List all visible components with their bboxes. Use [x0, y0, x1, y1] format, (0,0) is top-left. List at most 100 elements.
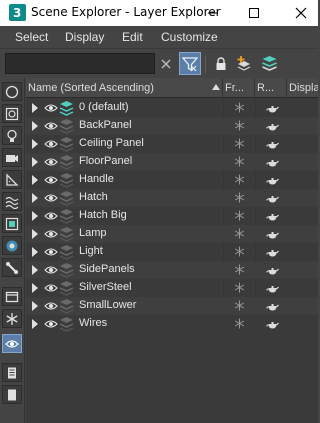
layers-stack-button[interactable]	[261, 53, 278, 74]
teapot-icon[interactable]	[266, 174, 279, 186]
teapot-icon[interactable]	[266, 264, 279, 276]
expand-arrow-icon[interactable]	[32, 139, 38, 149]
freeze-snowflake-icon[interactable]	[234, 138, 245, 149]
freeze-snowflake-icon[interactable]	[234, 156, 245, 167]
column-header-renderable[interactable]: R...	[255, 78, 287, 98]
teapot-icon[interactable]	[266, 282, 279, 294]
expand-arrow-icon[interactable]	[32, 157, 38, 167]
minimize-button[interactable]	[196, 0, 230, 26]
eye-icon[interactable]	[44, 102, 58, 114]
eye-icon[interactable]	[44, 210, 58, 222]
list-view-button[interactable]	[2, 363, 22, 382]
display-bones-button[interactable]	[2, 258, 22, 277]
display-cameras-button[interactable]	[2, 148, 22, 167]
freeze-snowflake-icon[interactable]	[234, 246, 245, 257]
eye-icon[interactable]	[44, 318, 58, 330]
layer-rows: 0 (default) BackPanel Ceiling Panel FloorPa…	[26, 99, 318, 333]
freeze-snowflake-icon[interactable]	[234, 228, 245, 239]
search-input[interactable]	[5, 53, 155, 74]
freeze-snowflake-icon[interactable]	[234, 174, 245, 185]
table-row[interactable]: Lamp	[26, 225, 318, 243]
freeze-snowflake-icon[interactable]	[234, 318, 245, 329]
expand-arrow-icon[interactable]	[32, 121, 38, 131]
table-row[interactable]: Light	[26, 243, 318, 261]
freeze-snowflake-icon[interactable]	[234, 210, 245, 221]
column-header-name[interactable]: Name (Sorted Ascending)	[26, 78, 223, 98]
eye-icon[interactable]	[44, 138, 58, 150]
menu-customize[interactable]: Customize	[161, 30, 218, 44]
lock-button[interactable]	[213, 54, 229, 74]
display-containers-button[interactable]	[2, 287, 22, 306]
expand-arrow-icon[interactable]	[32, 301, 38, 311]
table-row[interactable]: 0 (default)	[26, 99, 318, 117]
expand-arrow-icon[interactable]	[32, 211, 38, 221]
table-row[interactable]: Hatch	[26, 189, 318, 207]
eye-icon[interactable]	[44, 264, 58, 276]
close-button[interactable]	[284, 0, 318, 26]
table-row[interactable]: SilverSteel	[26, 279, 318, 297]
display-lights-button[interactable]	[2, 126, 22, 145]
display-none-button[interactable]	[2, 385, 22, 404]
expand-arrow-icon[interactable]	[32, 319, 38, 329]
freeze-snowflake-icon[interactable]	[234, 282, 245, 293]
clear-search-button[interactable]	[158, 55, 174, 73]
display-xrefs-button[interactable]	[2, 236, 22, 255]
expand-arrow-icon[interactable]	[32, 175, 38, 185]
display-groups-button[interactable]	[2, 214, 22, 233]
expand-arrow-icon[interactable]	[32, 103, 38, 113]
eye-icon[interactable]	[44, 300, 58, 312]
teapot-icon[interactable]	[266, 156, 279, 168]
add-layer-button[interactable]	[236, 53, 253, 74]
layer-stack-icon	[59, 191, 74, 206]
expand-arrow-icon[interactable]	[32, 193, 38, 203]
teapot-icon[interactable]	[266, 102, 279, 114]
eye-icon[interactable]	[44, 174, 58, 186]
menu-edit[interactable]: Edit	[122, 30, 143, 44]
toolbar-separator	[205, 55, 206, 73]
teapot-icon[interactable]	[266, 192, 279, 204]
display-spacewarps-button[interactable]	[2, 192, 22, 211]
expand-arrow-icon[interactable]	[32, 283, 38, 293]
table-row[interactable]: Handle	[26, 171, 318, 189]
table-row[interactable]: Wires	[26, 315, 318, 333]
eye-icon[interactable]	[44, 282, 58, 294]
column-header-frozen[interactable]: Fr...	[223, 78, 255, 98]
expand-arrow-icon[interactable]	[32, 247, 38, 257]
freeze-snowflake-icon[interactable]	[234, 300, 245, 311]
eye-icon[interactable]	[44, 246, 58, 258]
teapot-icon[interactable]	[266, 228, 279, 240]
menu-select[interactable]: Select	[15, 30, 48, 44]
display-hidden-button[interactable]	[2, 334, 22, 353]
column-header-display[interactable]: Displa	[287, 78, 318, 98]
eye-icon[interactable]	[44, 192, 58, 204]
teapot-icon[interactable]	[266, 318, 279, 330]
table-row[interactable]: FloorPanel	[26, 153, 318, 171]
freeze-snowflake-icon[interactable]	[234, 192, 245, 203]
teapot-icon[interactable]	[266, 210, 279, 222]
display-geometry-button[interactable]	[2, 82, 22, 101]
table-row[interactable]: Ceiling Panel	[26, 135, 318, 153]
eye-icon[interactable]	[44, 120, 58, 132]
display-frozen-button[interactable]	[2, 309, 22, 328]
display-shapes-button[interactable]	[2, 104, 22, 123]
display-helpers-button[interactable]	[2, 170, 22, 189]
table-row[interactable]: BackPanel	[26, 117, 318, 135]
eye-icon[interactable]	[44, 228, 58, 240]
maximize-button[interactable]	[237, 0, 271, 26]
expand-arrow-icon[interactable]	[32, 265, 38, 275]
teapot-icon[interactable]	[266, 300, 279, 312]
freeze-snowflake-icon[interactable]	[234, 102, 245, 113]
expand-arrow-icon[interactable]	[32, 229, 38, 239]
freeze-snowflake-icon[interactable]	[234, 264, 245, 275]
table-row[interactable]: SmallLower	[26, 297, 318, 315]
table-row[interactable]: Hatch Big	[26, 207, 318, 225]
teapot-icon[interactable]	[266, 246, 279, 258]
teapot-icon[interactable]	[266, 138, 279, 150]
menu-display[interactable]: Display	[65, 30, 104, 44]
teapot-icon[interactable]	[266, 120, 279, 132]
menu-bar: Select Display Edit Customize	[0, 26, 318, 48]
filter-button[interactable]	[179, 52, 201, 75]
freeze-snowflake-icon[interactable]	[234, 120, 245, 131]
table-row[interactable]: SidePanels	[26, 261, 318, 279]
eye-icon[interactable]	[44, 156, 58, 168]
